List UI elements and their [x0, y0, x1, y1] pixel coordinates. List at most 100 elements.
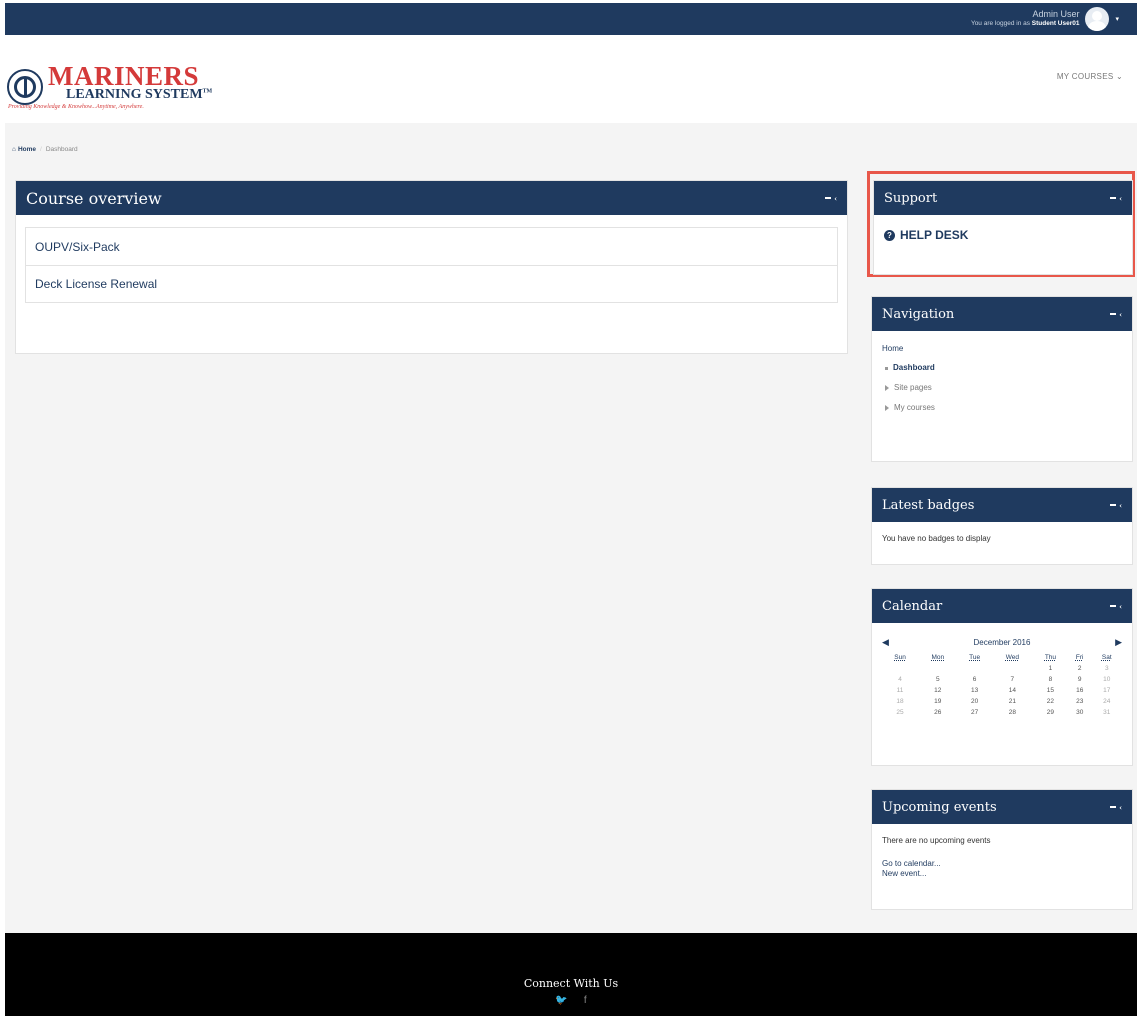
dock-icon[interactable]: ‹ [1119, 803, 1122, 812]
calendar-week-row: 18 19 20 21 22 23 24 [882, 696, 1122, 707]
dock-icon[interactable]: ‹ [1119, 310, 1122, 319]
calendar-day[interactable]: 26 [918, 707, 957, 718]
calendar-day[interactable]: 3 [1092, 663, 1122, 674]
site-logo[interactable]: MARINERS LEARNING SYSTEMTM Providing Kno… [7, 63, 212, 110]
logo-title: MARINERS [48, 61, 200, 91]
nav-item-my-courses[interactable]: My courses [882, 404, 1122, 412]
calendar-day[interactable]: 28 [992, 707, 1033, 718]
course-link[interactable]: Deck License Renewal [26, 265, 837, 302]
block-title: Upcoming events [882, 799, 997, 815]
calendar-day[interactable]: 14 [992, 685, 1033, 696]
go-to-calendar-link[interactable]: Go to calendar... [882, 859, 1122, 869]
collapse-icon[interactable] [825, 197, 832, 199]
calendar-day[interactable]: 10 [1092, 674, 1122, 685]
course-overview-block: Course overview ‹ OUPV/Six-Pack Deck Lic… [15, 180, 848, 354]
calendar-day[interactable]: 6 [958, 674, 992, 685]
expand-arrow-icon [885, 405, 889, 411]
next-month-icon[interactable]: ▶ [1115, 637, 1122, 648]
avatar[interactable] [1085, 7, 1110, 31]
calendar-day[interactable]: 17 [1092, 685, 1122, 696]
collapse-icon[interactable] [1110, 605, 1117, 607]
weekday-label: Sun [894, 654, 906, 661]
calendar-day[interactable]: 20 [958, 696, 992, 707]
dock-icon[interactable]: ‹ [1119, 501, 1122, 510]
logo-subtitle: LEARNING SYSTEMTM [66, 87, 213, 102]
logo-emblem-icon [7, 68, 43, 105]
events-header: Upcoming events ‹ [872, 790, 1132, 824]
help-desk-link[interactable]: ? HELP DESK [884, 228, 1132, 242]
block-title: Latest badges [882, 497, 975, 513]
calendar-day[interactable]: 2 [1068, 663, 1092, 674]
calendar-day[interactable]: 9 [1068, 674, 1092, 685]
login-status: You are logged in as Student User01 [970, 20, 1080, 27]
expand-arrow-icon [885, 385, 889, 391]
calendar-nav: ◀ December 2016 ▶ [872, 623, 1132, 654]
new-event-link[interactable]: New event... [882, 869, 1122, 879]
support-header: Support ‹ [874, 181, 1132, 215]
calendar-day[interactable]: 4 [882, 674, 918, 685]
facebook-icon[interactable]: f [584, 995, 587, 1006]
calendar-day[interactable]: 16 [1068, 685, 1092, 696]
dock-icon[interactable]: ‹ [1119, 602, 1122, 611]
breadcrumb-separator: / [40, 146, 42, 153]
calendar-day[interactable]: 12 [918, 685, 957, 696]
prev-month-icon[interactable]: ◀ [882, 637, 889, 648]
calendar-month[interactable]: December 2016 [974, 638, 1031, 647]
calendar-day[interactable]: 29 [1033, 707, 1068, 718]
nav-tree: Home Dashboard Site pages My courses [872, 331, 1132, 438]
no-badges-message: You have no badges to display [882, 534, 991, 543]
calendar-day[interactable]: 18 [882, 696, 918, 707]
calendar-day[interactable]: 31 [1092, 707, 1122, 718]
my-courses-menu[interactable]: MY COURSES ⌄ [1057, 72, 1123, 81]
twitter-icon[interactable]: 🐦 [555, 995, 567, 1006]
course-list: OUPV/Six-Pack Deck License Renewal [25, 227, 838, 303]
course-overview-header: Course overview ‹ [16, 181, 847, 215]
calendar-day[interactable]: 7 [992, 674, 1033, 685]
calendar-day[interactable]: 23 [1068, 696, 1092, 707]
calendar-day[interactable]: 5 [918, 674, 957, 685]
calendar-day[interactable]: 13 [958, 685, 992, 696]
collapse-icon[interactable] [1110, 504, 1117, 506]
nav-item-dashboard[interactable]: Dashboard [882, 364, 1122, 372]
weekday-label: Mon [931, 654, 945, 661]
caret-down-icon[interactable]: ▾ [1115, 15, 1119, 23]
calendar-week-row: 4 5 6 7 8 9 10 [882, 674, 1122, 685]
calendar-day[interactable]: 21 [992, 696, 1033, 707]
calendar-day [882, 663, 918, 674]
calendar-day[interactable]: 30 [1068, 707, 1092, 718]
support-block: Support ‹ ? HELP DESK [873, 180, 1133, 275]
calendar-week-row: 11 12 13 14 15 16 17 [882, 685, 1122, 696]
user-menu[interactable]: Admin User You are logged in as Student … [971, 5, 1119, 33]
user-info: Admin User You are logged in as Student … [971, 10, 1080, 28]
block-title: Course overview [26, 188, 162, 208]
weekday-label: Wed [1005, 654, 1019, 661]
calendar-day[interactable]: 8 [1033, 674, 1068, 685]
collapse-icon[interactable] [1110, 806, 1117, 808]
calendar-grid: Sun Mon Tue Wed Thu Fri Sat 1 2 3 4 5 6 7 8 9 10 1… [882, 654, 1122, 718]
calendar-day[interactable]: 25 [882, 707, 918, 718]
nav-item-home[interactable]: Home [882, 345, 1122, 353]
course-link[interactable]: OUPV/Six-Pack [26, 228, 837, 265]
home-icon: ⌂ [12, 146, 16, 153]
block-title: Navigation [882, 306, 955, 322]
calendar-day[interactable]: 1 [1033, 663, 1068, 674]
calendar-day[interactable]: 19 [918, 696, 957, 707]
nav-item-site-pages[interactable]: Site pages [882, 384, 1122, 392]
calendar-day[interactable]: 11 [882, 685, 918, 696]
collapse-icon[interactable] [1110, 313, 1117, 315]
calendar-day[interactable]: 27 [958, 707, 992, 718]
dock-icon[interactable]: ‹ [834, 194, 837, 203]
top-navbar: Admin User You are logged in as Student … [5, 3, 1137, 35]
calendar-day[interactable]: 24 [1092, 696, 1122, 707]
collapse-icon[interactable] [1110, 197, 1117, 199]
block-title: Calendar [882, 598, 943, 614]
weekday-label: Fri [1075, 654, 1084, 661]
footer-title: Connect With Us [523, 977, 619, 990]
calendar-day[interactable]: 15 [1033, 685, 1068, 696]
weekday-label: Tue [969, 654, 981, 661]
calendar-day[interactable]: 22 [1033, 696, 1068, 707]
user-name: Admin User [1032, 9, 1080, 19]
upcoming-events-block: Upcoming events ‹ There are no upcoming … [871, 789, 1133, 910]
dock-icon[interactable]: ‹ [1119, 194, 1122, 203]
breadcrumb-home[interactable]: ⌂ Home [12, 146, 36, 153]
